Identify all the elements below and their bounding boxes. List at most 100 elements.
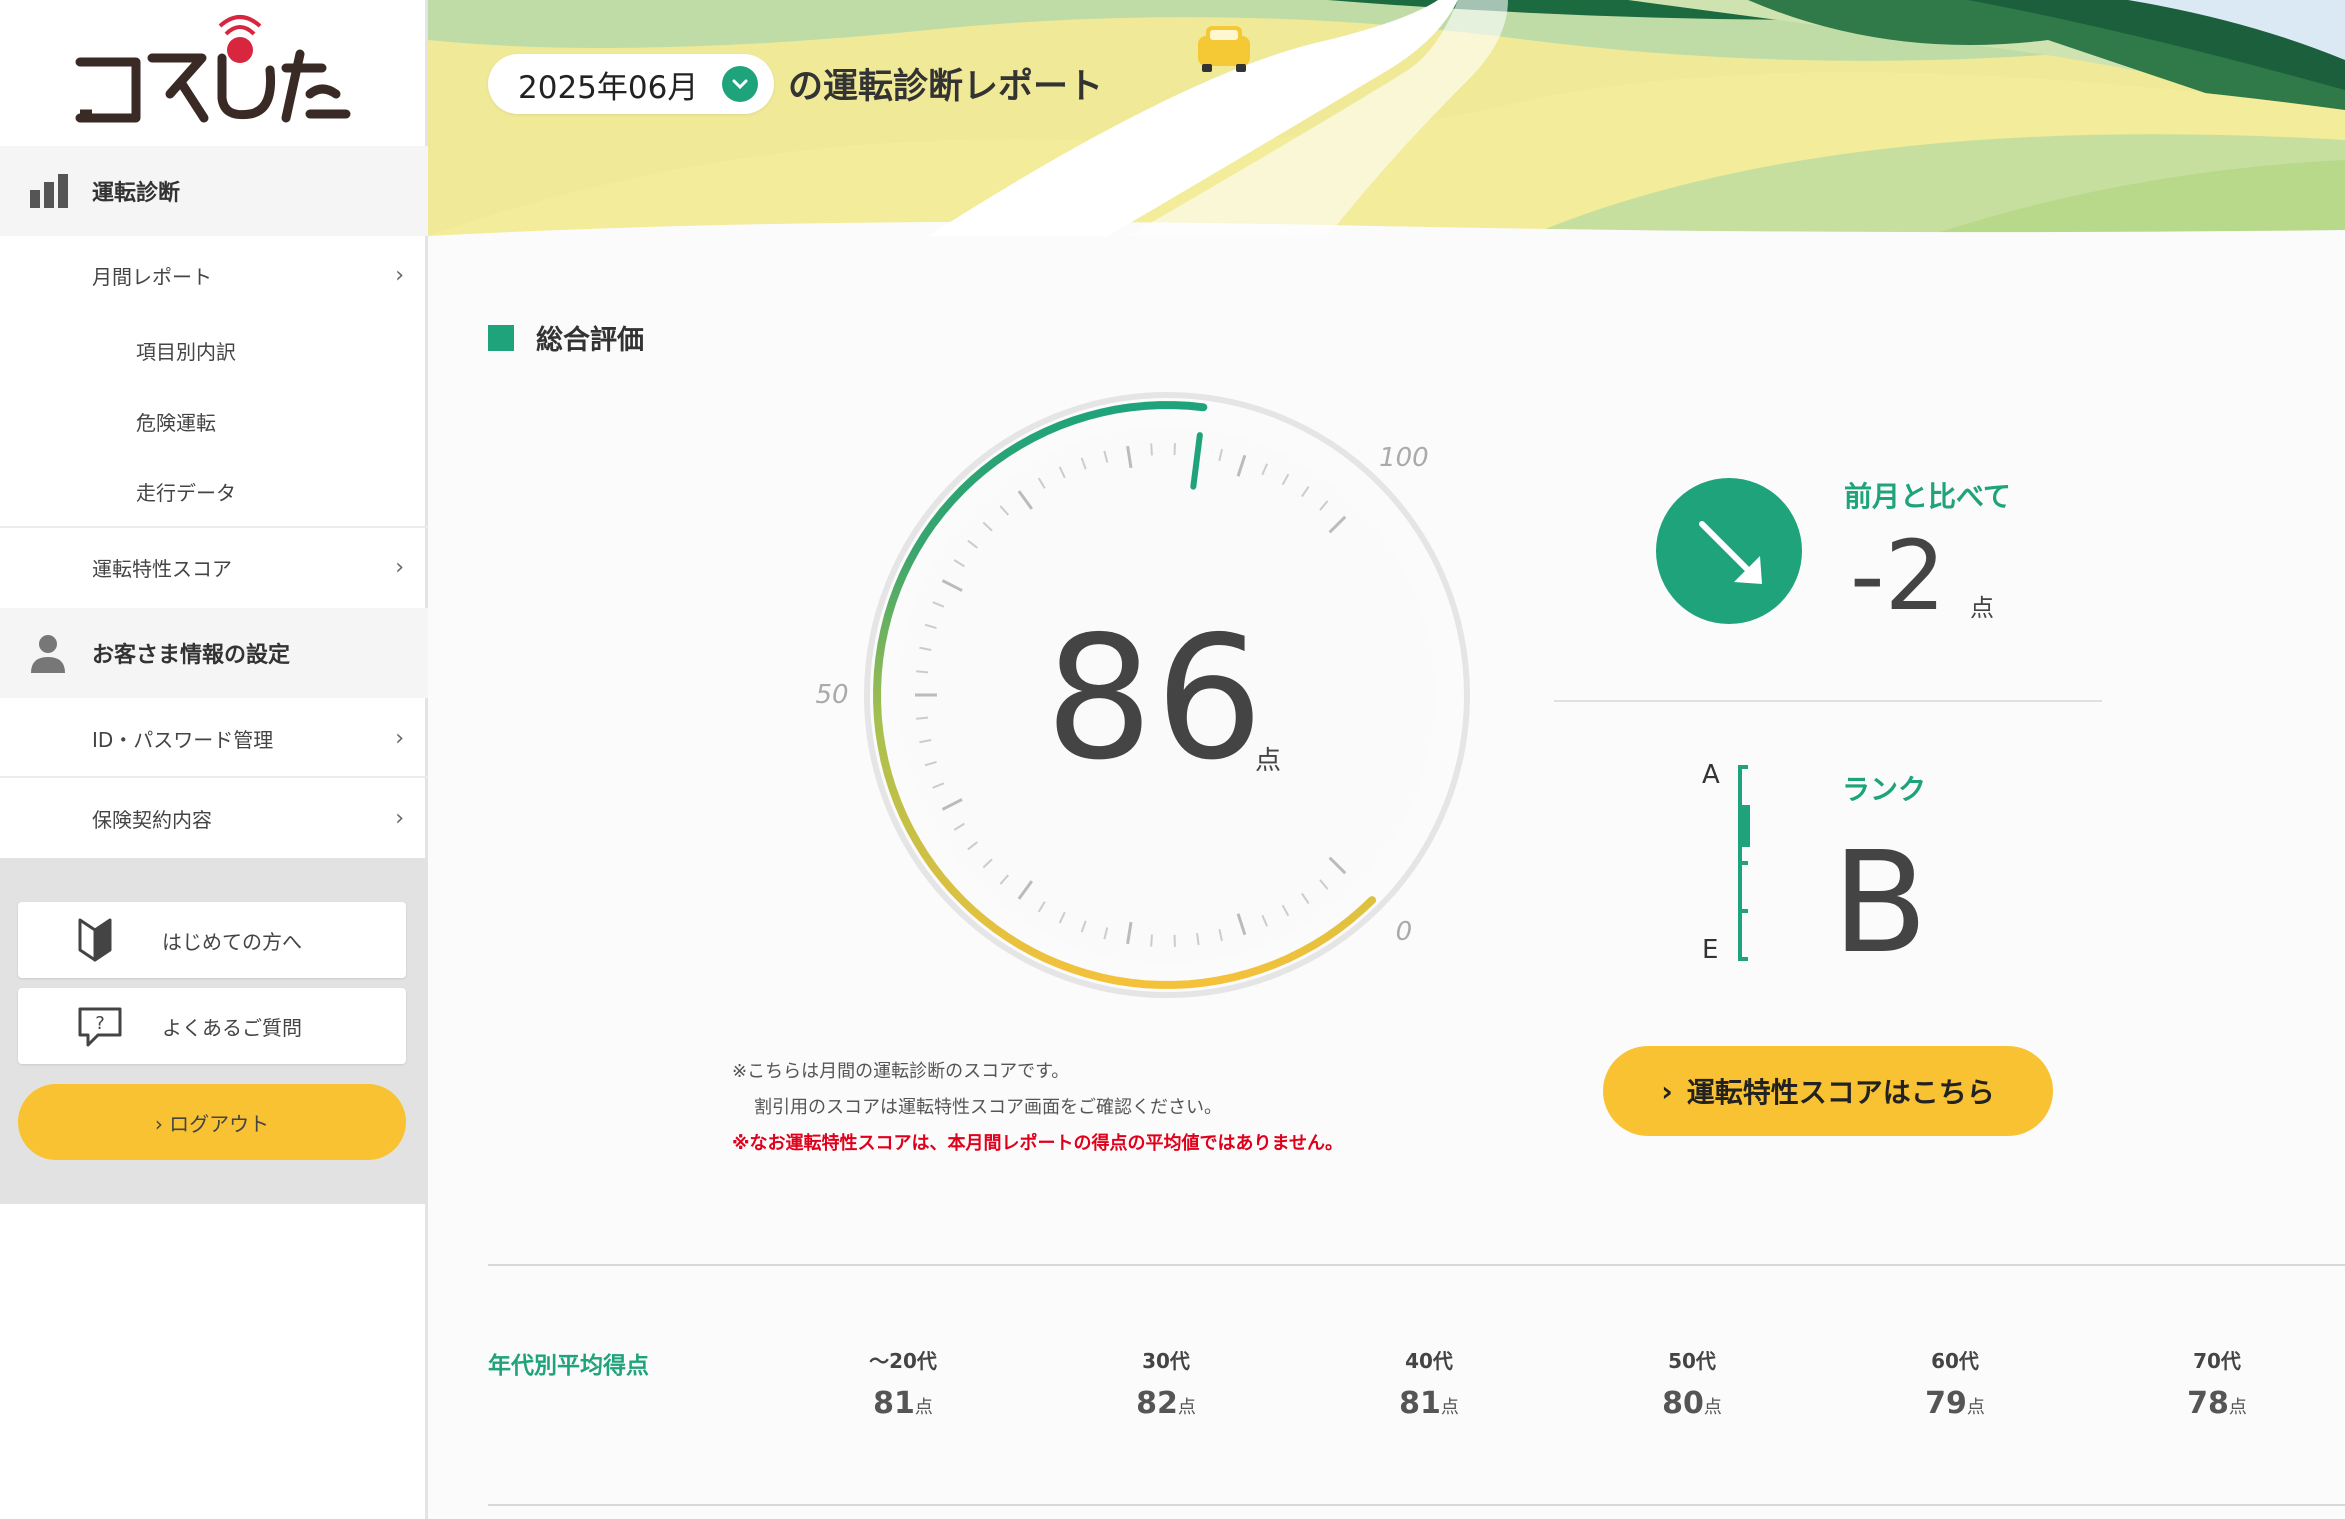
age-score-value: 79: [1925, 1386, 1967, 1421]
driving-score-button-label: 運転特性スコアはこちら: [1686, 1076, 1995, 1109]
person-icon: [31, 635, 65, 673]
age-score-unit: 点: [2228, 1397, 2247, 1418]
note-line: ※こちらは月間の運転診断のスコアです。: [732, 1061, 1070, 1082]
age-score: 81点: [1329, 1386, 1529, 1421]
comparison-label: 前月と比べて: [1844, 480, 2011, 513]
gauge-tick: [916, 716, 929, 720]
divider: [488, 1504, 2345, 1506]
section-driving-diagnosis[interactable]: 運転診断: [0, 146, 428, 236]
chevron-right-icon: ›: [395, 262, 404, 288]
month-selector[interactable]: 2025年06月: [488, 54, 774, 114]
sidebar-item-label: 項目別内訳: [136, 339, 236, 364]
score-notes: ※こちらは月間の運転診断のスコアです。 割引用のスコアは運転特性スコア画面をご確…: [732, 1054, 1343, 1162]
sidebar-item-monthly-report[interactable]: 月間レポート ›: [0, 236, 428, 314]
age-score-value: 81: [1399, 1386, 1441, 1421]
sidebar-item-label: 危険運転: [136, 410, 216, 435]
age-column: 40代 81点: [1329, 1345, 1529, 1421]
sidebar-item-label: 運転特性スコア: [92, 556, 232, 581]
chevron-right-icon: ›: [395, 805, 404, 831]
age-score-unit: 点: [914, 1397, 933, 1418]
header-banner-illustration: [428, 0, 2345, 236]
note-warning: ※なお運転特性スコアは、本月間レポートの得点の平均値ではありません。: [732, 1133, 1343, 1154]
age-label: 70代: [2193, 1349, 2241, 1373]
rank-scale-bottom-label: E: [1702, 935, 1719, 965]
bar-chart-icon: [30, 174, 68, 208]
age-label: 30代: [1142, 1349, 1190, 1373]
age-label: 50代: [1668, 1349, 1716, 1373]
age-score: 81点: [803, 1386, 1003, 1421]
age-score: 78点: [2117, 1386, 2317, 1421]
age-label: ～20代: [869, 1349, 937, 1373]
age-score: 79点: [1855, 1386, 2055, 1421]
age-label: 40代: [1405, 1349, 1453, 1373]
faq-button[interactable]: ? よくあるご質問: [18, 988, 406, 1064]
comparison-unit: 点: [1970, 594, 1994, 622]
sidebar-item-label: 月間レポート: [92, 264, 212, 289]
chevron-right-icon: ›: [1661, 1074, 1673, 1108]
gauge-tick: [1150, 934, 1153, 947]
age-score: 80点: [1592, 1386, 1792, 1421]
driving-score-button[interactable]: › 運転特性スコアはこちら: [1603, 1046, 2053, 1136]
section-customer-settings[interactable]: お客さま情報の設定: [0, 608, 428, 698]
age-label: 60代: [1931, 1349, 1979, 1373]
logout-button[interactable]: › ログアウト: [18, 1084, 406, 1160]
sidebar: 運転診断 月間レポート › 項目別内訳 危険運転 走行データ 運転特性スコア ›…: [0, 0, 428, 1519]
age-score: 82点: [1066, 1386, 1266, 1421]
age-column: 60代 79点: [1855, 1345, 2055, 1421]
report-title: の運転診断レポート: [788, 67, 1104, 107]
gauge-label-100: 100: [1379, 443, 1429, 473]
faq-label: よくあるご質問: [162, 1015, 302, 1040]
age-column: 70代 78点: [2117, 1345, 2317, 1421]
overall-score-unit: 点: [1255, 746, 1282, 776]
age-score-value: 80: [1662, 1386, 1704, 1421]
beginner-mark-icon: [78, 918, 112, 962]
konehita-logo[interactable]: [74, 14, 354, 130]
age-score-unit: 点: [1966, 1397, 1985, 1418]
first-time-label: はじめての方へ: [162, 929, 302, 954]
sidebar-item-label: ID・パスワード管理: [92, 727, 274, 752]
question-bubble-icon: ?: [78, 1007, 122, 1047]
divider: [1554, 700, 2102, 702]
comparison-value: -2: [1850, 520, 1946, 632]
sidebar-subitem-dangerous-driving[interactable]: 危険運転: [0, 386, 428, 456]
month-value: 2025年06月: [518, 69, 699, 106]
gauge-label-50: 50: [815, 680, 848, 710]
gauge-tick: [916, 670, 929, 674]
arrow-down-right-icon: [1699, 521, 1762, 584]
sidebar-item-label: 保険契約内容: [92, 807, 212, 832]
sidebar-item-label: 走行データ: [136, 480, 236, 505]
age-score-value: 81: [873, 1386, 915, 1421]
age-score-unit: 点: [1177, 1397, 1196, 1418]
gauge-tick: [1150, 443, 1153, 456]
rank-value: B: [1832, 822, 1929, 985]
age-score-value: 82: [1136, 1386, 1178, 1421]
sidebar-subitem-driving-data[interactable]: 走行データ: [0, 456, 428, 526]
divider: [488, 1264, 2345, 1266]
chevron-right-icon: ›: [395, 554, 404, 580]
svg-text:?: ?: [95, 1013, 105, 1034]
gauge-label-0: 0: [1396, 917, 1413, 947]
sidebar-item-insurance[interactable]: 保険契約内容 ›: [0, 778, 428, 858]
first-time-button[interactable]: はじめての方へ: [18, 902, 406, 978]
trend-down-indicator: [1656, 478, 1802, 624]
rank-scale-top-label: A: [1702, 760, 1720, 790]
rank-label: ランク: [1842, 773, 1927, 806]
sidebar-subitem-breakdown[interactable]: 項目別内訳: [0, 314, 428, 386]
note-line: 割引用のスコアは運転特性スコア画面をご確認ください。: [754, 1097, 1222, 1118]
age-column: 50代 80点: [1592, 1345, 1792, 1421]
section-driving-label: 運転診断: [92, 181, 181, 206]
age-score-unit: 点: [1440, 1397, 1459, 1418]
rank-scale: [1738, 765, 1750, 961]
sidebar-item-id-password[interactable]: ID・パスワード管理 ›: [0, 700, 428, 776]
age-score-value: 78: [2187, 1386, 2229, 1421]
age-average-title: 年代別平均得点: [488, 1353, 649, 1379]
chevron-right-icon: ›: [395, 725, 404, 751]
section-title-overall: 総合評価: [488, 318, 644, 357]
age-column: 30代 82点: [1066, 1345, 1266, 1421]
age-column: ～20代 81点: [803, 1345, 1003, 1421]
chevron-down-icon[interactable]: [722, 66, 758, 102]
section-title-text: 総合評価: [536, 325, 644, 356]
sidebar-item-driving-score[interactable]: 運転特性スコア ›: [0, 528, 428, 606]
age-score-unit: 点: [1703, 1397, 1722, 1418]
section-marker: [488, 324, 514, 351]
